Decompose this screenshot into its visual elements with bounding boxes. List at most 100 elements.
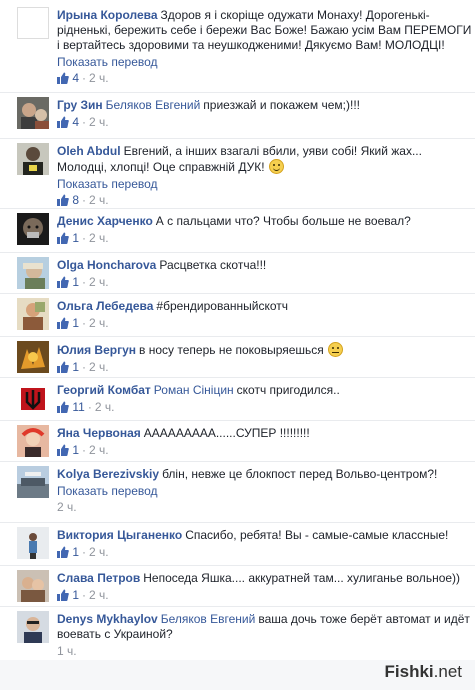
- comment-author[interactable]: Юлия Вергун: [57, 343, 136, 357]
- show-translation-link[interactable]: Показать перевод: [57, 484, 473, 498]
- comment-author[interactable]: Денис Харченко: [57, 214, 153, 228]
- like-count[interactable]: 1: [72, 443, 79, 457]
- comment-mention[interactable]: Беляков Евгений: [106, 98, 201, 112]
- like-thumb-icon[interactable]: [57, 444, 69, 456]
- comment-author[interactable]: Гру Зин: [57, 98, 103, 112]
- comment-time[interactable]: 2 ч.: [57, 500, 77, 514]
- comment-time[interactable]: 2 ч.: [95, 400, 115, 414]
- comment-author[interactable]: Oleh Abdul: [57, 144, 121, 158]
- avatar[interactable]: [17, 143, 49, 175]
- like-count[interactable]: 1: [72, 316, 79, 330]
- like-thumb-icon[interactable]: [57, 194, 69, 206]
- like-count[interactable]: 8: [72, 193, 79, 207]
- like-thumb-icon[interactable]: [57, 317, 69, 329]
- comment-time[interactable]: 2 ч.: [89, 360, 109, 374]
- avatar[interactable]: [17, 611, 49, 643]
- like-thumb-icon[interactable]: [57, 276, 69, 288]
- comment-time[interactable]: 2 ч.: [89, 275, 109, 289]
- like-count[interactable]: 4: [72, 71, 79, 85]
- comment-time[interactable]: 2 ч.: [89, 316, 109, 330]
- comment-meta: 1 · 2 ч.: [57, 360, 473, 375]
- separator-dot: ·: [82, 275, 87, 289]
- comment-text: Расцветка скотча!!!: [159, 258, 267, 272]
- comment-text: А с пальцами что? Чтобы больше не воевал…: [155, 214, 411, 228]
- comment-author[interactable]: Виктория Цыганенко: [57, 528, 182, 542]
- comment-meta: 4 · 2 ч.: [57, 115, 473, 130]
- comment-time[interactable]: 2 ч.: [89, 545, 109, 559]
- like-count[interactable]: 1: [72, 545, 79, 559]
- like-count[interactable]: 11: [72, 400, 84, 414]
- comment-time[interactable]: 2 ч.: [89, 588, 109, 602]
- separator-dot: ·: [82, 360, 87, 374]
- like-thumb-icon[interactable]: [57, 72, 69, 84]
- comment-meta: 1 ч.: [57, 644, 473, 659]
- comment-item: Виктория Цыганенко Спасибо, ребята! Вы - …: [0, 522, 475, 566]
- comment-meta: 1 · 2 ч.: [57, 316, 473, 331]
- separator-dot: ·: [82, 71, 87, 85]
- comment-meta: 8 · 2 ч.: [57, 193, 473, 208]
- comment-meta: 11 · 2 ч.: [57, 400, 473, 415]
- like-thumb-icon[interactable]: [57, 361, 69, 373]
- comment-author[interactable]: Ирына Королева: [57, 8, 158, 22]
- fishki-watermark: Fishki.net: [384, 662, 462, 681]
- comment-item: Денис Харченко А с пальцами что? Чтобы бо…: [0, 208, 475, 253]
- avatar[interactable]: [17, 341, 49, 373]
- comment-author[interactable]: Георгий Комбат: [57, 383, 151, 397]
- avatar[interactable]: [17, 298, 49, 330]
- show-translation-link[interactable]: Показать перевод: [57, 55, 473, 69]
- comment-meta: 1 · 2 ч.: [57, 275, 473, 290]
- comment-text: Непоседа Яшка.... аккуратней там... хули…: [143, 571, 461, 585]
- comment-author[interactable]: Слава Петров: [57, 571, 140, 585]
- comment-time[interactable]: 1 ч.: [57, 644, 77, 658]
- comment-text: #брендированныйскотч: [156, 299, 289, 313]
- comment-time[interactable]: 2 ч.: [89, 193, 109, 207]
- like-thumb-icon[interactable]: [57, 116, 69, 128]
- comment-author[interactable]: Denys Mykhaylov: [57, 612, 158, 626]
- comment-mention[interactable]: Роман Сініцин: [154, 383, 234, 397]
- avatar[interactable]: [17, 382, 49, 414]
- comment-author[interactable]: Kolya Berezivskiy: [57, 467, 159, 481]
- like-thumb-icon[interactable]: [57, 546, 69, 558]
- comment-text: ААААААААА......СУПЕР !!!!!!!!!: [143, 426, 310, 440]
- avatar[interactable]: [17, 466, 49, 498]
- avatar[interactable]: [17, 7, 49, 39]
- comment-item: Kolya Berezivskiy блін, невже це блокпост…: [0, 461, 475, 523]
- comment-author[interactable]: Ольга Лебедева: [57, 299, 153, 313]
- comment-item: Яна Червоная ААААААААА......СУПЕР !!!!!!!…: [0, 420, 475, 462]
- comment-time[interactable]: 2 ч.: [89, 115, 109, 129]
- like-count[interactable]: 1: [72, 231, 79, 245]
- comment-meta: 1 · 2 ч.: [57, 231, 473, 246]
- avatar[interactable]: [17, 570, 49, 602]
- avatar[interactable]: [17, 213, 49, 245]
- separator-dot: ·: [82, 231, 87, 245]
- like-count[interactable]: 1: [72, 588, 79, 602]
- avatar[interactable]: [17, 97, 49, 129]
- comment-text: в носу теперь не поковыряешься: [139, 343, 324, 357]
- avatar[interactable]: [17, 527, 49, 559]
- comment-author[interactable]: Яна Червоная: [57, 426, 141, 440]
- comment-meta: 2 ч.: [57, 500, 473, 515]
- like-thumb-icon[interactable]: [57, 589, 69, 601]
- like-thumb-icon[interactable]: [57, 401, 69, 413]
- comment-time[interactable]: 2 ч.: [89, 71, 109, 85]
- comment-body: Olga Honcharova Расцветка скотча!!! 1 · 2 ч…: [57, 258, 473, 290]
- avatar[interactable]: [17, 425, 49, 457]
- comment-text: скотч пригодился..: [236, 383, 340, 397]
- like-thumb-icon[interactable]: [57, 232, 69, 244]
- avatar[interactable]: [17, 257, 49, 289]
- comment-item: Ольга Лебедева #брендированныйскотч 1 · 2 ч…: [0, 293, 475, 337]
- comment-author[interactable]: Olga Honcharova: [57, 258, 156, 272]
- like-count[interactable]: 4: [72, 115, 79, 129]
- comment-time[interactable]: 2 ч.: [89, 231, 109, 245]
- like-count[interactable]: 1: [72, 275, 79, 289]
- comment-mention[interactable]: Беляков Евгений: [161, 612, 256, 626]
- comment-item: Георгий Комбат Роман Сініцин скотч пригоди…: [0, 377, 475, 421]
- comment-body: Виктория Цыганенко Спасибо, ребята! Вы - …: [57, 528, 473, 560]
- comment-time[interactable]: 2 ч.: [89, 443, 109, 457]
- show-translation-link[interactable]: Показать перевод: [57, 177, 473, 191]
- separator-dot: ·: [82, 588, 87, 602]
- wink-emoji-icon: [268, 159, 284, 174]
- comment-text: приезжай и покажем чем;)!!!: [203, 98, 361, 112]
- like-count[interactable]: 1: [72, 360, 79, 374]
- comment-body: Denys Mykhaylov Беляков Евгений ваша дочь …: [57, 612, 473, 659]
